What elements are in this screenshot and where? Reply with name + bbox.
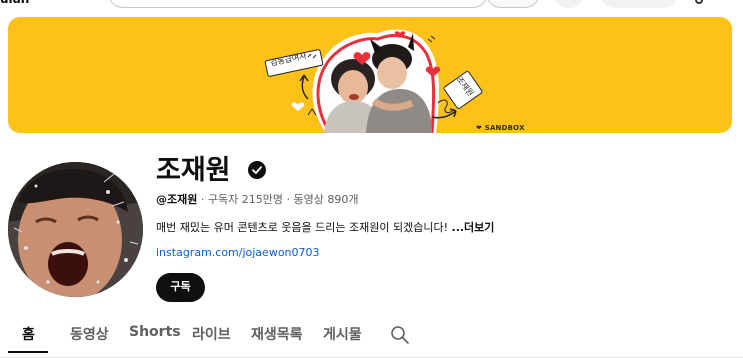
search-button[interactable] [486,0,540,8]
subscriber-count: 구독자 215만명 [207,193,283,206]
sandbox-logo: ❤ SANDBOX [476,124,525,132]
tab-home[interactable]: 홈 [22,324,35,344]
channel-banner: 김동급여사 조재원 ❤ SANDBOX [8,17,732,133]
channel-name: 조재원 [156,155,231,186]
channel-tabs: 홈 동영상 Shorts 라이브 재생목록 게시물 [0,314,743,358]
banner-artwork [264,29,483,133]
channel-description[interactable]: 매번 재밌는 유머 콘텐츠로 웃음을 드리는 조재원이 되겠습니다! ...더보… [156,219,494,235]
masthead-fragment: ulan [0,0,29,6]
description-text: 매번 재밌는 유머 콘텐츠로 웃음을 드리는 조재원이 되겠습니다! [156,221,452,234]
meta-separator: · [197,193,208,206]
notification-bell-icon[interactable] [695,0,703,4]
active-tab-indicator [8,351,48,353]
create-button[interactable] [600,0,678,8]
video-count: 동영상 890개 [293,193,359,206]
channel-handle: @조재원 [156,193,198,206]
channel-avatar[interactable] [8,162,143,297]
more-button[interactable]: ...더보기 [452,221,495,234]
search-icon[interactable] [390,325,410,345]
channel-meta: @조재원 · 구독자 215만명 · 동영상 890개 [156,191,358,207]
tab-posts[interactable]: 게시물 [323,324,362,344]
tab-live[interactable]: 라이브 [192,324,231,344]
tab-shorts[interactable]: Shorts [129,324,181,340]
verified-check-icon [248,161,266,179]
channel-link[interactable]: instagram.com/jojaewon0703 [156,246,320,259]
search-glass-icon [391,326,409,344]
voice-search-button[interactable] [553,0,585,8]
checkmark-icon [252,166,262,174]
search-input[interactable] [108,0,488,8]
masthead: ulan [0,0,743,10]
subscribe-button[interactable]: 구독 [156,273,205,302]
avatar-image [8,162,143,297]
tab-playlists[interactable]: 재생목록 [251,324,303,344]
tab-videos[interactable]: 동영상 [70,324,109,344]
meta-separator: · [282,193,294,206]
